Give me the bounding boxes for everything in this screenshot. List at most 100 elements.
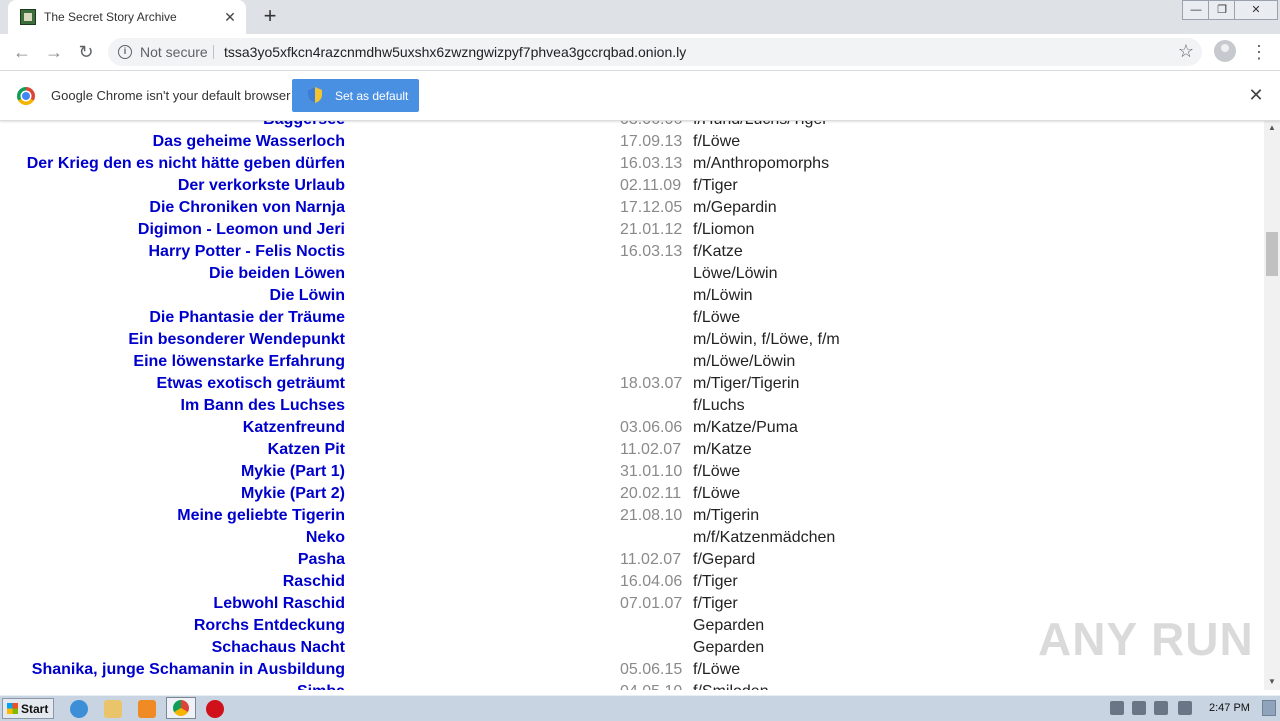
story-row: Mykie (Part 2) 20.02.11 f/Löwe (0, 483, 1000, 505)
forward-button[interactable]: → (42, 40, 66, 64)
tab-close-icon[interactable]: ✕ (220, 7, 240, 27)
network-icon[interactable] (1154, 701, 1168, 715)
story-title-link[interactable]: Etwas exotisch geträumt (157, 375, 346, 393)
story-title-link[interactable]: Neko (306, 529, 345, 547)
story-title-link[interactable]: Mykie (Part 1) (241, 463, 345, 481)
chrome-menu-icon[interactable]: ⋮ (1250, 40, 1268, 64)
site-favicon-icon (20, 9, 36, 25)
story-category: f/Liomon (693, 221, 755, 238)
info-icon[interactable]: i (118, 45, 132, 59)
story-row: Die beiden Löwen Löwe/Löwin (0, 263, 1000, 285)
story-category: m/Löwin (693, 287, 753, 304)
story-row: Katzenfreund 03.06.06 m/Katze/Puma (0, 417, 1000, 439)
story-date: 20.02.11 (620, 485, 682, 502)
story-title-link[interactable]: Der Krieg den es nicht hätte geben dürfe… (27, 155, 345, 173)
story-date: 11.02.07 (620, 441, 682, 458)
story-category: m/Gepardin (693, 199, 777, 216)
story-row: Der Krieg den es nicht hätte geben dürfe… (0, 153, 1000, 175)
story-title-link[interactable]: Baggersee (263, 120, 345, 129)
story-category: Geparden (693, 639, 765, 656)
tray-expand-icon[interactable] (1110, 701, 1124, 715)
story-title-link[interactable]: Der verkorkste Urlaub (178, 177, 345, 195)
story-title-link[interactable]: Im Bann des Luchses (181, 397, 346, 415)
story-row: Pasha 11.02.07 f/Gepard (0, 549, 1000, 571)
story-title-link[interactable]: Katzen Pit (268, 441, 345, 459)
infobar-message: Google Chrome isn't your default browser (51, 88, 291, 103)
file-explorer-icon[interactable] (104, 700, 122, 718)
security-label[interactable]: Not secure (140, 44, 208, 60)
url-text[interactable]: tssa3yo5xfkcn4razcnmdhw5uxshx6zwzngwizpy… (224, 44, 686, 60)
anyrun-watermark: ANY RUN (1038, 613, 1254, 665)
action-center-flag-icon[interactable] (1178, 701, 1192, 715)
window-minimize-button[interactable]: — (1182, 0, 1210, 20)
story-title-link[interactable]: Rorchs Entdeckung (194, 617, 345, 635)
story-category: f/Tiger (693, 177, 738, 194)
chrome-taskbar-button[interactable] (166, 697, 196, 719)
url-divider (213, 45, 214, 59)
story-category: m/f/Katzenmädchen (693, 529, 836, 546)
opera-icon[interactable] (206, 700, 224, 718)
show-desktop-button[interactable] (1262, 700, 1276, 716)
set-as-default-label: Set as default (335, 89, 409, 103)
default-browser-infobar: Google Chrome isn't your default browser… (0, 71, 1280, 121)
media-player-icon[interactable] (138, 700, 156, 718)
story-category: m/Löwe/Löwin (693, 353, 796, 370)
story-row: Etwas exotisch geträumt 18.03.07 m/Tiger/T… (0, 373, 1000, 395)
profile-avatar-icon[interactable] (1214, 40, 1236, 62)
story-title-link[interactable]: Mykie (Part 2) (241, 485, 345, 503)
story-title-link[interactable]: Lebwohl Raschid (213, 595, 345, 613)
volume-icon[interactable] (1132, 701, 1146, 715)
reload-button[interactable]: ↻ (74, 40, 98, 64)
story-date: 05.06.15 (620, 661, 683, 678)
story-row: Neko m/f/Katzenmädchen (0, 527, 1000, 549)
story-title-link[interactable]: Die Phantasie der Träume (149, 309, 345, 327)
scroll-thumb[interactable] (1266, 232, 1278, 276)
story-row: Eine löwenstarke Erfahrung m/Löwe/Löwin (0, 351, 1000, 373)
story-row: Schachaus Nacht Geparden (0, 637, 1000, 659)
browser-tab[interactable]: The Secret Story Archive ✕ (8, 0, 246, 34)
story-title-link[interactable]: Katzenfreund (243, 419, 345, 437)
scroll-up-arrow-icon[interactable]: ▲ (1264, 120, 1280, 136)
story-row: Shanika, junge Schamanin in Ausbildung 05… (0, 659, 1000, 681)
set-as-default-button[interactable]: Set as default (292, 79, 419, 112)
infobar-close-icon[interactable]: ✕ (1246, 85, 1266, 105)
story-row: Mykie (Part 1) 31.01.10 f/Löwe (0, 461, 1000, 483)
scroll-down-arrow-icon[interactable]: ▼ (1264, 674, 1280, 690)
story-date: 17.12.05 (620, 199, 683, 216)
address-bar[interactable]: i Not secure tssa3yo5xfkcn4razcnmdhw5uxs… (108, 38, 1202, 66)
story-title-link[interactable]: Pasha (298, 551, 345, 569)
story-title-link[interactable]: Die Löwin (269, 287, 345, 305)
story-category: f/Smiloden (693, 683, 769, 690)
story-category: m/Löwin, f/Löwe, f/m (693, 331, 840, 348)
story-title-link[interactable]: Schachaus Nacht (212, 639, 345, 657)
back-button[interactable]: ← (10, 40, 34, 64)
story-title-link[interactable]: Harry Potter - Felis Noctis (149, 243, 346, 261)
story-title-link[interactable]: Das geheime Wasserloch (153, 133, 345, 151)
new-tab-button[interactable]: + (258, 5, 282, 29)
taskbar-clock[interactable]: 2:47 PM (1209, 702, 1250, 714)
story-row: Im Bann des Luchses f/Luchs (0, 395, 1000, 417)
story-row: Der verkorkste Urlaub 02.11.09 f/Tiger (0, 175, 1000, 197)
story-date: 17.09.13 (620, 133, 683, 150)
story-title-link[interactable]: Digimon - Leomon und Jeri (138, 221, 345, 239)
internet-explorer-icon[interactable] (70, 700, 88, 718)
story-title-link[interactable]: Ein besonderer Wendepunkt (128, 331, 345, 349)
uac-shield-icon (308, 87, 322, 103)
story-category: m/Katze/Puma (693, 419, 798, 436)
story-title-link[interactable]: Eine löwenstarke Erfahrung (133, 353, 345, 371)
start-button[interactable]: Start (2, 698, 54, 719)
story-category: Löwe/Löwin (693, 265, 778, 282)
story-title-link[interactable]: Die beiden Löwen (209, 265, 345, 283)
story-category: m/Katze (693, 441, 752, 458)
story-date: 11.02.07 (620, 551, 682, 568)
window-close-button[interactable]: ✕ (1234, 0, 1278, 20)
bookmark-star-icon[interactable]: ☆ (1178, 41, 1194, 62)
story-title-link[interactable]: Simba (297, 683, 345, 690)
window-maximize-button[interactable]: ❐ (1208, 0, 1236, 20)
story-date: 18.03.07 (620, 375, 683, 392)
story-title-link[interactable]: Die Chroniken von Narnja (149, 199, 345, 217)
story-title-link[interactable]: Meine geliebte Tigerin (177, 507, 345, 525)
page-scrollbar[interactable]: ▲ ▼ (1264, 120, 1280, 690)
story-title-link[interactable]: Raschid (283, 573, 345, 591)
story-title-link[interactable]: Shanika, junge Schamanin in Ausbildung (32, 661, 345, 679)
